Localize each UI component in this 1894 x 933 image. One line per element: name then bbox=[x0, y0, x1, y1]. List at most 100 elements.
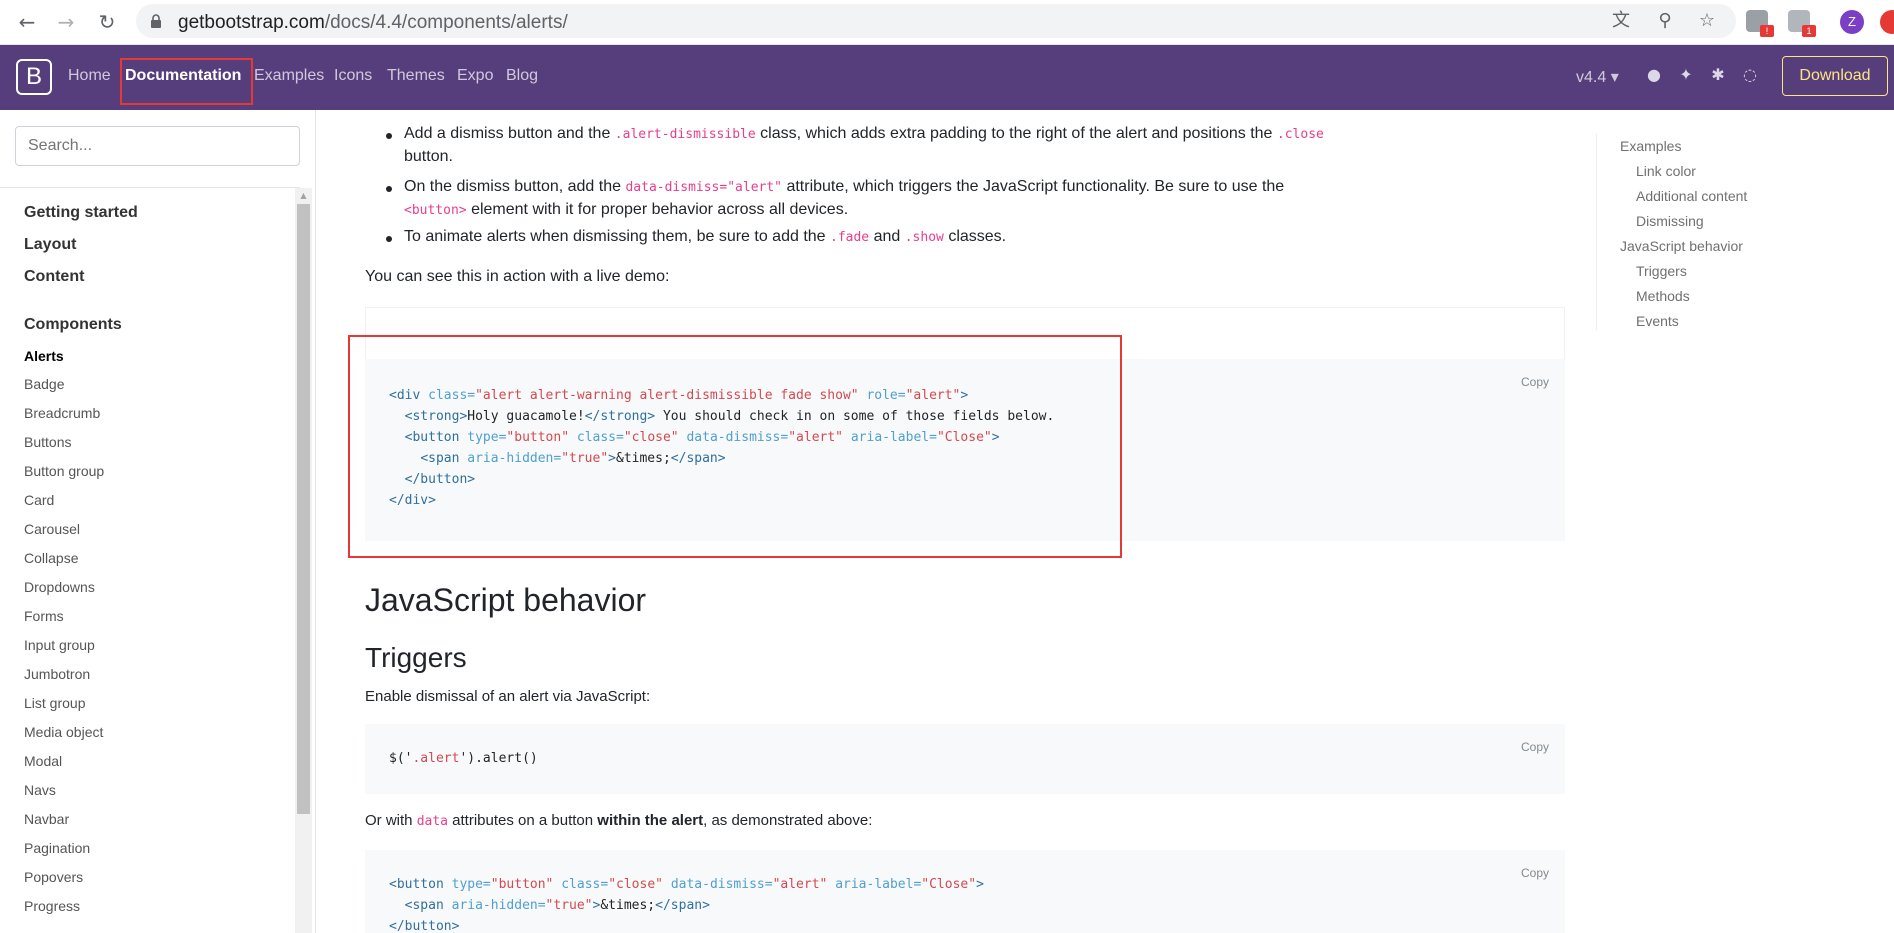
nav-icons[interactable]: Icons bbox=[334, 67, 372, 85]
heading-triggers: Triggers bbox=[365, 642, 467, 673]
sidebar-item-popovers[interactable]: Popovers bbox=[24, 869, 83, 885]
nav-blog[interactable]: Blog bbox=[506, 67, 538, 85]
sidebar-section-content[interactable]: Content bbox=[24, 268, 84, 286]
address-bar[interactable]: getbootstrap.com/docs/4.4/components/ale… bbox=[136, 4, 1736, 38]
bullet-dot bbox=[386, 133, 392, 139]
triggers-text: Enable dismissal of an alert via JavaScr… bbox=[365, 688, 651, 705]
bullet-data-dismiss: On the dismiss button, add the data-dism… bbox=[404, 175, 1284, 199]
sidebar-item-buttons[interactable]: Buttons bbox=[24, 434, 71, 450]
extension-2-badge: 1 bbox=[1802, 25, 1816, 37]
forward-arrow-icon[interactable]: → bbox=[53, 9, 79, 35]
highlight-documentation bbox=[120, 58, 253, 105]
nav-themes[interactable]: Themes bbox=[387, 67, 445, 85]
copy-button[interactable]: Copy bbox=[1521, 740, 1549, 754]
version-dropdown[interactable]: v4.4 ▾ bbox=[1576, 67, 1619, 87]
toc-link-color[interactable]: Link color bbox=[1636, 163, 1696, 179]
code-block-js: Copy $('.alert').alert() bbox=[365, 724, 1565, 794]
sidebar-item-pagination[interactable]: Pagination bbox=[24, 840, 90, 856]
toc-dismissing[interactable]: Dismissing bbox=[1636, 213, 1704, 229]
sidebar-item-alerts[interactable]: Alerts bbox=[24, 348, 64, 364]
sidebar-item-navbar[interactable]: Navbar bbox=[24, 811, 69, 827]
toc-javascript-behavior[interactable]: JavaScript behavior bbox=[1620, 238, 1743, 254]
copy-button[interactable]: Copy bbox=[1521, 375, 1549, 389]
copy-button[interactable]: Copy bbox=[1521, 866, 1549, 880]
inline-code: .alert-dismissible bbox=[614, 127, 756, 142]
sidebar-item-breadcrumb[interactable]: Breadcrumb bbox=[24, 405, 100, 421]
nav-examples[interactable]: Examples bbox=[254, 67, 324, 85]
text: class, which adds extra padding to the r… bbox=[755, 125, 1277, 142]
bookmark-star-icon[interactable]: ☆ bbox=[1696, 10, 1718, 32]
sidebar-item-carousel[interactable]: Carousel bbox=[24, 521, 80, 537]
code-text: $(' bbox=[389, 751, 413, 766]
text: , as demonstrated above: bbox=[703, 812, 873, 829]
nav-expo[interactable]: Expo bbox=[457, 67, 493, 85]
text: and bbox=[869, 228, 905, 245]
sidebar-item-jumbotron[interactable]: Jumbotron bbox=[24, 666, 90, 682]
toc-examples[interactable]: Examples bbox=[1620, 138, 1681, 154]
heading-javascript-behavior: JavaScript behavior bbox=[365, 582, 647, 618]
sidebar-item-navs[interactable]: Navs bbox=[24, 782, 56, 798]
twitter-icon[interactable]: ✦ bbox=[1676, 65, 1696, 85]
code-string: .alert bbox=[412, 751, 460, 766]
sidebar-item-dropdowns[interactable]: Dropdowns bbox=[24, 579, 95, 595]
url-path: /docs/4.4/components/alerts/ bbox=[324, 12, 568, 33]
sidebar-item-button-group[interactable]: Button group bbox=[24, 463, 104, 479]
opencollective-icon[interactable]: ◌ bbox=[1740, 65, 1760, 85]
text: On the dismiss button, add the bbox=[404, 178, 626, 195]
inline-code: .fade bbox=[830, 230, 870, 245]
sidebar-item-collapse[interactable]: Collapse bbox=[24, 550, 78, 566]
sidebar-section-components[interactable]: Components bbox=[24, 316, 122, 334]
reload-icon[interactable]: ↻ bbox=[94, 9, 120, 35]
text: button. bbox=[404, 148, 453, 165]
sidebar-section-getting-started[interactable]: Getting started bbox=[24, 204, 138, 222]
docs-sidebar: Getting started Layout Content Component… bbox=[0, 110, 316, 933]
code-listing-button: <button type="button" class="close" data… bbox=[389, 877, 984, 933]
browser-toolbar: ← → ↻ getbootstrap.com/docs/4.4/componen… bbox=[0, 0, 1894, 45]
sidebar-section-layout[interactable]: Layout bbox=[24, 236, 76, 254]
toc-events[interactable]: Events bbox=[1636, 313, 1679, 329]
github-icon[interactable]: ● bbox=[1644, 65, 1664, 85]
back-arrow-icon[interactable]: ← bbox=[14, 9, 40, 35]
sidebar-item-badge[interactable]: Badge bbox=[24, 376, 64, 392]
text: attributes on a button bbox=[448, 812, 598, 829]
lock-icon bbox=[151, 14, 161, 28]
extension-1-badge: ! bbox=[1760, 25, 1774, 37]
sidebar-scrollbar[interactable]: ▲ bbox=[295, 188, 312, 933]
bullet-animate: To animate alerts when dismissing them, … bbox=[404, 225, 1006, 249]
zoom-icon[interactable]: ⚲ bbox=[1654, 10, 1676, 32]
sidebar-item-media-object[interactable]: Media object bbox=[24, 724, 103, 740]
docs-search-input[interactable] bbox=[15, 126, 300, 166]
scroll-up-arrow-icon[interactable]: ▲ bbox=[295, 188, 312, 204]
download-button[interactable]: Download bbox=[1782, 56, 1888, 96]
inline-code: .show bbox=[904, 230, 944, 245]
highlight-code-block bbox=[348, 335, 1122, 558]
toc-triggers[interactable]: Triggers bbox=[1636, 263, 1687, 279]
sidebar-item-card[interactable]: Card bbox=[24, 492, 54, 508]
bullet-dismiss-button: Add a dismiss button and the .alert-dism… bbox=[404, 122, 1324, 146]
sidebar-item-forms[interactable]: Forms bbox=[24, 608, 64, 624]
profile-avatar[interactable]: Z bbox=[1840, 10, 1864, 34]
inline-code: .close bbox=[1276, 127, 1324, 142]
inline-code: data bbox=[416, 814, 448, 829]
toc-methods[interactable]: Methods bbox=[1636, 288, 1690, 304]
extension-1-icon[interactable]: ! bbox=[1746, 10, 1774, 37]
live-demo-text: You can see this in action with a live d… bbox=[365, 268, 670, 285]
nav-home[interactable]: Home bbox=[68, 67, 111, 85]
text: Or with bbox=[365, 812, 417, 829]
extension-3-icon[interactable] bbox=[1880, 10, 1894, 34]
bootstrap-logo[interactable]: B bbox=[16, 59, 52, 95]
slack-icon[interactable]: ✱ bbox=[1708, 65, 1728, 85]
scrollbar-thumb[interactable] bbox=[297, 204, 310, 814]
toc-additional-content[interactable]: Additional content bbox=[1636, 188, 1747, 204]
sidebar-item-list-group[interactable]: List group bbox=[24, 695, 85, 711]
sidebar-item-input-group[interactable]: Input group bbox=[24, 637, 95, 653]
sidebar-item-modal[interactable]: Modal bbox=[24, 753, 62, 769]
extension-2-icon[interactable]: 1 bbox=[1788, 10, 1816, 37]
text: attribute, which triggers the JavaScript… bbox=[782, 178, 1285, 195]
text: classes. bbox=[943, 228, 1007, 245]
url-text[interactable]: getbootstrap.com/docs/4.4/components/ale… bbox=[178, 12, 568, 34]
translate-icon[interactable]: 文 bbox=[1610, 10, 1632, 32]
sidebar-item-progress[interactable]: Progress bbox=[24, 898, 80, 914]
inline-code: <button> bbox=[404, 203, 467, 218]
text: Add a dismiss button and the bbox=[404, 125, 615, 142]
